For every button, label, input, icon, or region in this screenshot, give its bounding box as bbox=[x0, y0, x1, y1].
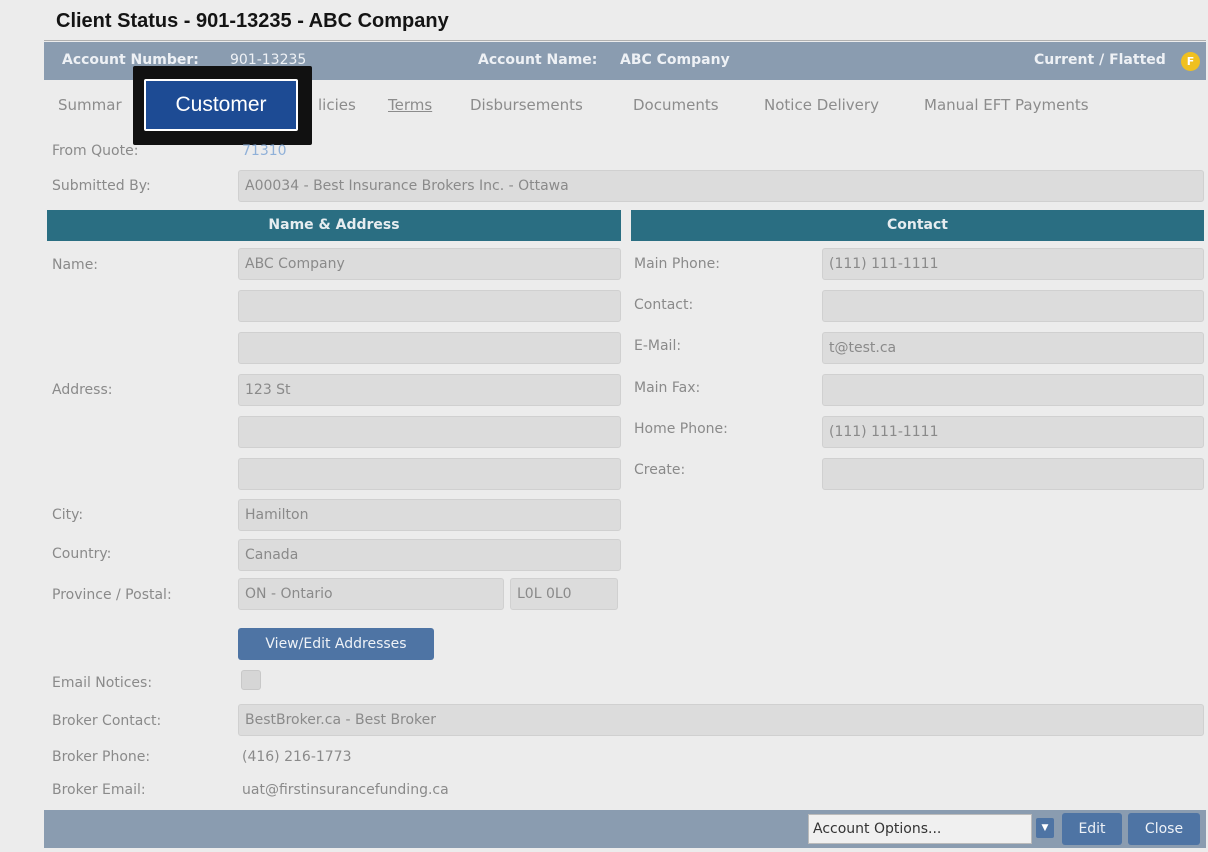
create-label: Create: bbox=[634, 462, 686, 478]
close-button[interactable]: Close bbox=[1128, 813, 1200, 845]
tab-notice-delivery[interactable]: Notice Delivery bbox=[764, 96, 879, 114]
broker-contact-field[interactable]: BestBroker.ca - Best Broker bbox=[238, 704, 1204, 736]
country-label: Country: bbox=[52, 546, 112, 562]
main-fax-label: Main Fax: bbox=[634, 380, 701, 396]
province-postal-label: Province / Postal: bbox=[52, 587, 172, 603]
address-line-2-field[interactable] bbox=[238, 416, 621, 448]
tab-manual-eft-payments[interactable]: Manual EFT Payments bbox=[924, 96, 1089, 114]
province-field[interactable]: ON - Ontario bbox=[238, 578, 504, 610]
contact-field[interactable] bbox=[822, 290, 1204, 322]
name-line-3-field[interactable] bbox=[238, 332, 621, 364]
address-line-3-field[interactable] bbox=[238, 458, 621, 490]
country-field[interactable]: Canada bbox=[238, 539, 621, 571]
name-line-2-field[interactable] bbox=[238, 290, 621, 322]
from-quote-link[interactable]: 71310 bbox=[242, 143, 287, 159]
account-name-value: ABC Company bbox=[620, 52, 730, 68]
account-options-select[interactable]: Account Options... bbox=[808, 814, 1032, 844]
submitted-by-field: A00034 - Best Insurance Brokers Inc. - O… bbox=[238, 170, 1204, 202]
edit-button[interactable]: Edit bbox=[1062, 813, 1122, 845]
view-edit-addresses-button[interactable]: View/Edit Addresses bbox=[238, 628, 434, 660]
main-phone-label: Main Phone: bbox=[634, 256, 720, 272]
home-phone-label: Home Phone: bbox=[634, 421, 728, 437]
account-status: Current / Flatted bbox=[1034, 52, 1166, 68]
postal-code-field[interactable]: L0L 0L0 bbox=[510, 578, 618, 610]
email-label: E-Mail: bbox=[634, 338, 682, 354]
broker-phone-value: (416) 216-1773 bbox=[242, 749, 352, 765]
submitted-by-label: Submitted By: bbox=[52, 178, 151, 194]
broker-phone-label: Broker Phone: bbox=[52, 749, 151, 765]
main-phone-field[interactable]: (111) 111-1111 bbox=[822, 248, 1204, 280]
contact-heading: Contact bbox=[631, 210, 1204, 241]
main-fax-field[interactable] bbox=[822, 374, 1204, 406]
tab-customer[interactable]: Customer bbox=[144, 79, 298, 131]
contact-label: Contact: bbox=[634, 297, 694, 313]
name-label: Name: bbox=[52, 257, 99, 273]
tab-terms-label: Terms bbox=[388, 96, 433, 114]
name-address-heading: Name & Address bbox=[47, 210, 621, 241]
broker-email-value: uat@firstinsurancefunding.ca bbox=[242, 782, 449, 798]
name-line-1-field[interactable]: ABC Company bbox=[238, 248, 621, 280]
account-name-label: Account Name: bbox=[478, 52, 598, 68]
broker-email-label: Broker Email: bbox=[52, 782, 146, 798]
tab-documents[interactable]: Documents bbox=[633, 96, 719, 114]
email-notices-checkbox[interactable] bbox=[241, 670, 261, 690]
from-quote-label: From Quote: bbox=[52, 143, 139, 159]
home-phone-field[interactable]: (111) 111-1111 bbox=[822, 416, 1204, 448]
city-label: City: bbox=[52, 507, 84, 523]
create-field[interactable] bbox=[822, 458, 1204, 490]
email-field[interactable]: t@test.ca bbox=[822, 332, 1204, 364]
title-divider bbox=[44, 40, 1206, 41]
tab-summary[interactable]: Summar bbox=[58, 96, 122, 114]
tab-policies[interactable]: licies bbox=[318, 96, 356, 114]
broker-contact-label: Broker Contact: bbox=[52, 713, 162, 729]
tab-terms[interactable]: Terms bbox=[388, 96, 432, 114]
dropdown-arrow-icon[interactable]: ▼ bbox=[1036, 818, 1054, 838]
address-label: Address: bbox=[52, 382, 113, 398]
tab-disbursements[interactable]: Disbursements bbox=[470, 96, 583, 114]
email-notices-label: Email Notices: bbox=[52, 675, 153, 691]
window-title: Client Status - 901-13235 - ABC Company bbox=[56, 10, 449, 32]
city-field[interactable]: Hamilton bbox=[238, 499, 621, 531]
address-line-1-field[interactable]: 123 St bbox=[238, 374, 621, 406]
flatted-badge-icon: F bbox=[1181, 52, 1200, 71]
